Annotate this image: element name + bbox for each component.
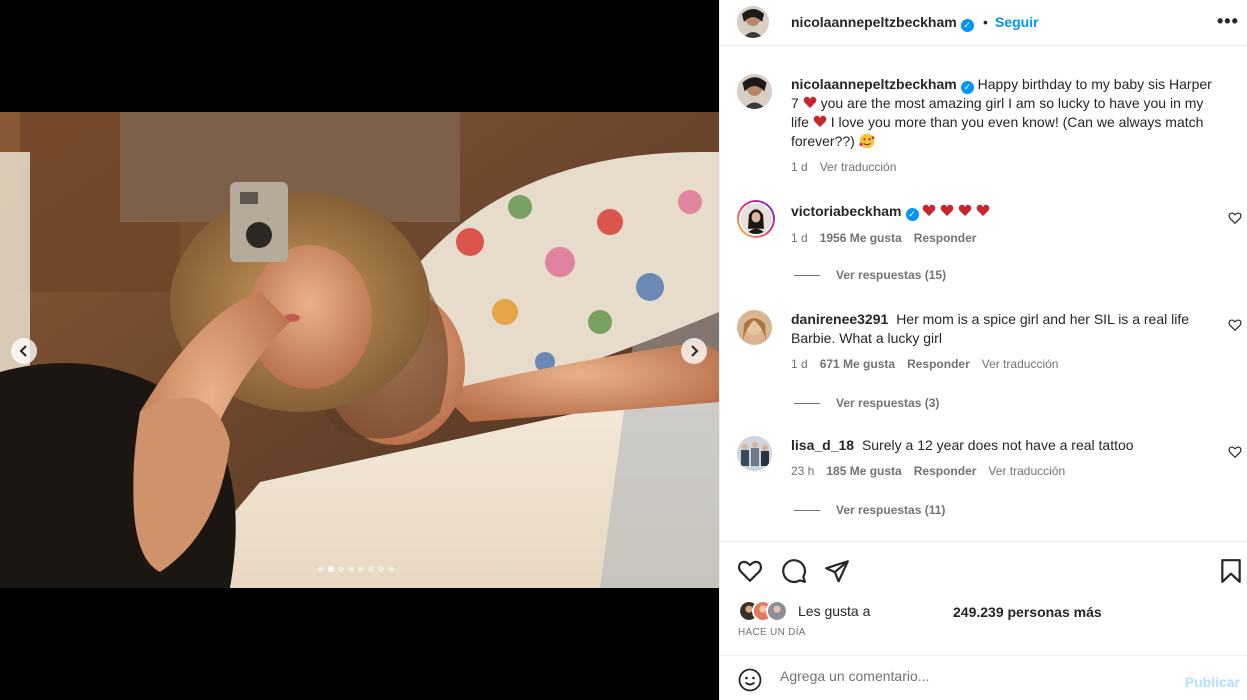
view-replies-button[interactable]: Ver respuestas (3) — [794, 396, 939, 410]
separator-dot: • — [983, 14, 988, 30]
author-avatar-small[interactable] — [737, 74, 772, 109]
view-replies-label: Ver respuestas (11) — [836, 503, 946, 517]
reply-button[interactable]: Responder — [914, 231, 977, 245]
view-replies-label: Ver respuestas (3) — [836, 396, 940, 410]
more-options-icon[interactable]: ••• — [1217, 12, 1239, 30]
comment-likes[interactable]: 671 Me gusta — [820, 357, 895, 371]
chevron-right-icon — [691, 345, 699, 357]
post-media — [0, 0, 719, 700]
comment-input[interactable] — [780, 668, 1160, 684]
publish-button[interactable]: Publicar — [1185, 674, 1240, 690]
reply-button[interactable]: Responder — [914, 464, 977, 478]
view-replies-button[interactable]: Ver respuestas (15) — [794, 268, 946, 282]
author-avatar[interactable] — [737, 6, 769, 38]
verified-icon: ✓ — [960, 19, 974, 32]
bookmark-icon[interactable] — [1218, 558, 1244, 584]
carousel-dot — [328, 566, 334, 572]
verified-icon: ✓ — [960, 81, 974, 94]
comment-username[interactable]: victoriabeckham — [791, 203, 902, 219]
comment-item: danirenee3291 Her mom is a spice girl an… — [720, 306, 1247, 416]
carousel-dot — [338, 566, 344, 572]
comment-meta: 1 d 1956 Me gusta Responder — [791, 231, 976, 245]
photo-illustration — [0, 112, 719, 588]
carousel-dot — [388, 566, 394, 572]
likes-count[interactable]: 249.239 personas más — [953, 604, 1102, 620]
smiling-face-hearts-emoji-icon — [859, 133, 875, 149]
caption-text: nicolaannepeltzbeckham ✓ Happy birthday t… — [791, 75, 1212, 151]
caption-translate-link[interactable]: Ver traducción — [820, 160, 897, 174]
carousel-dot — [348, 566, 354, 572]
verified-icon: ✓ — [905, 208, 919, 221]
comment-hearts-emoji-icon — [922, 203, 990, 219]
post-header: nicolaannepeltzbeckham ✓ • Seguir ••• — [720, 0, 1247, 46]
comment-item: victoriabeckham ✓ 1 d 1956 Me gusta Respo… — [720, 196, 1247, 292]
carousel-dot — [368, 566, 374, 572]
chevron-left-icon — [19, 345, 27, 357]
comment-meta: 1 d 671 Me gusta Responder Ver traducció… — [791, 357, 1058, 371]
comment-username[interactable]: danirenee3291 — [791, 311, 888, 327]
caption-meta: 1 d Ver traducción — [791, 160, 896, 174]
comment-text: victoriabeckham ✓ — [791, 202, 1212, 221]
post-actions — [720, 541, 1247, 597]
caption-time[interactable]: 1 d — [791, 160, 808, 174]
replies-line — [794, 509, 820, 511]
carousel-dot — [318, 566, 324, 572]
replies-line — [794, 274, 820, 276]
comment-time[interactable]: 23 h — [791, 464, 814, 478]
comment-text: lisa_d_18 Surely a 12 year does not have… — [791, 436, 1212, 455]
red-heart-emoji-icon — [803, 96, 817, 108]
caption-username[interactable]: nicolaannepeltzbeckham — [791, 76, 957, 92]
post-panel: nicolaannepeltzbeckham ✓ • Seguir ••• ni… — [719, 0, 1247, 700]
comment-like-icon[interactable] — [1228, 318, 1242, 332]
comment-text: danirenee3291 Her mom is a spice girl an… — [791, 310, 1212, 348]
share-icon[interactable] — [824, 558, 850, 584]
liker-avatars[interactable] — [738, 600, 790, 622]
follow-button[interactable]: Seguir — [995, 14, 1039, 30]
carousel-indicator — [318, 566, 394, 572]
red-heart-emoji-icon — [813, 115, 827, 127]
post-time-ago[interactable]: HACE UN DÍA — [738, 627, 806, 638]
author-username[interactable]: nicolaannepeltzbeckham ✓ — [791, 14, 974, 32]
add-comment-bar: Publicar — [720, 655, 1247, 700]
comment-likes[interactable]: 1956 Me gusta — [820, 231, 902, 245]
carousel-dot — [378, 566, 384, 572]
translate-link[interactable]: Ver traducción — [982, 357, 1059, 371]
carousel-next-button[interactable] — [681, 338, 707, 364]
caption-part-3: I love you more than you even know! (Can… — [791, 114, 1204, 149]
commenter-avatar[interactable] — [737, 200, 775, 238]
comment-like-icon[interactable] — [1228, 211, 1242, 225]
heart-icon[interactable] — [737, 558, 763, 584]
view-replies-label: Ver respuestas (15) — [836, 268, 947, 282]
comment-time[interactable]: 1 d — [791, 231, 808, 245]
comment-icon[interactable] — [781, 558, 807, 584]
likes-prefix: Les gusta a — [798, 603, 871, 619]
comment-like-icon[interactable] — [1228, 445, 1242, 459]
comment-username[interactable]: lisa_d_18 — [791, 437, 854, 453]
likes-summary: Les gusta a — [738, 599, 870, 623]
replies-line — [794, 402, 820, 404]
comment-time[interactable]: 1 d — [791, 357, 808, 371]
comment-content: Surely a 12 year does not have a real ta… — [861, 437, 1134, 453]
translate-link[interactable]: Ver traducción — [988, 464, 1065, 478]
comment-likes[interactable]: 185 Me gusta — [826, 464, 901, 478]
emoji-icon[interactable] — [738, 668, 762, 692]
post-photo — [0, 112, 719, 588]
commenter-avatar[interactable] — [737, 310, 772, 345]
comment-meta: 23 h 185 Me gusta Responder Ver traducci… — [791, 464, 1065, 478]
carousel-prev-button[interactable] — [11, 338, 37, 364]
comment-item: lisa_d_18 Surely a 12 year does not have… — [720, 432, 1247, 532]
view-replies-button[interactable]: Ver respuestas (11) — [794, 503, 945, 517]
carousel-dot — [358, 566, 364, 572]
commenter-avatar[interactable] — [737, 436, 772, 471]
post-caption: nicolaannepeltzbeckham ✓ Happy birthday t… — [720, 70, 1247, 180]
reply-button[interactable]: Responder — [907, 357, 970, 371]
